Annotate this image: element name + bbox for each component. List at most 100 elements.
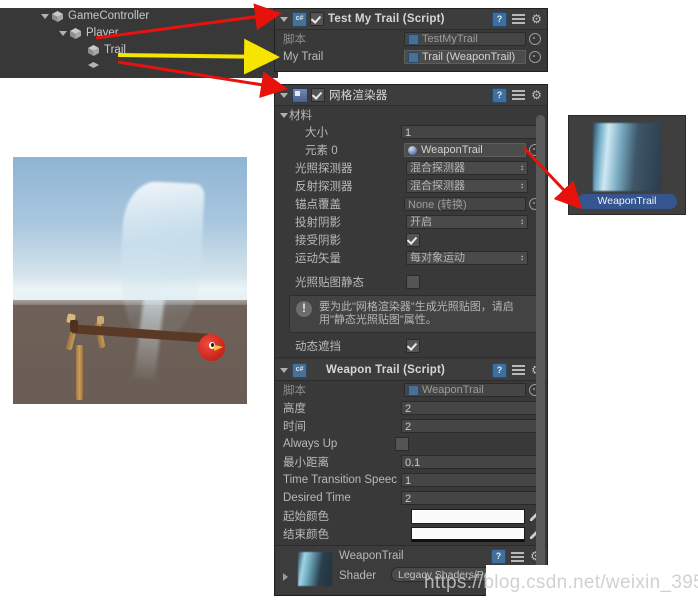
chevron-down-icon[interactable] xyxy=(40,11,51,22)
inspector-scrollbar-track[interactable] xyxy=(536,115,545,575)
inspector-scrollbar-thumb[interactable] xyxy=(536,115,545,570)
chevron-updown-icon: ↕ xyxy=(520,163,524,172)
hierarchy-item-gamecontroller[interactable]: GameController xyxy=(0,8,278,25)
object-picker-icon[interactable] xyxy=(529,33,541,45)
min-distance-input[interactable]: 0.1 xyxy=(401,455,541,469)
always-up-checkbox[interactable] xyxy=(395,437,409,451)
field-value: 每对象运动 xyxy=(410,252,465,264)
field-row-always-up[interactable]: Always Up xyxy=(275,435,547,453)
field-row-dynamic-occlusion[interactable]: 动态遮挡 xyxy=(275,337,547,355)
element0-material-field[interactable]: WeaponTrail xyxy=(404,143,526,157)
angry-bird-sprite xyxy=(197,333,225,361)
help-icon[interactable]: ? xyxy=(492,87,507,103)
gear-icon[interactable]: ⚙ xyxy=(530,89,543,102)
help-icon[interactable]: ? xyxy=(491,549,506,564)
field-row-desired-time[interactable]: Desired Time 2 xyxy=(275,489,547,507)
field-row-time-transition-speed[interactable]: Time Transition Speec 1 xyxy=(275,471,547,489)
chevron-down-icon[interactable] xyxy=(279,90,289,100)
help-icon[interactable]: ? xyxy=(492,362,507,378)
desired-time-input[interactable]: 2 xyxy=(401,491,541,505)
warning-icon: ! xyxy=(296,301,312,317)
object-picker-icon[interactable] xyxy=(529,51,541,63)
component-enabled-checkbox[interactable] xyxy=(310,12,324,26)
chevron-down-icon[interactable] xyxy=(279,110,289,120)
hierarchy-panel[interactable]: GameController Player Trail xyxy=(0,8,278,78)
asset-label[interactable]: WeaponTrail xyxy=(577,194,677,209)
divider xyxy=(275,357,547,358)
field-row-height[interactable]: 高度 2 xyxy=(275,399,547,417)
height-input[interactable]: 2 xyxy=(401,401,541,415)
dynamic-occlusion-checkbox[interactable] xyxy=(406,339,420,353)
chevron-down-icon[interactable] xyxy=(58,28,69,39)
field-row-light-probes[interactable]: 光照探测器 混合探测器 ↕ xyxy=(275,159,547,177)
field-label: Time Transition Speec xyxy=(283,474,397,486)
help-icon[interactable]: ? xyxy=(492,11,507,27)
light-probes-dropdown[interactable]: 混合探测器 ↕ xyxy=(406,161,528,175)
lightmap-static-checkbox[interactable] xyxy=(406,275,420,289)
motion-vectors-dropdown[interactable]: 每对象运动 ↕ xyxy=(406,251,528,265)
field-row-motion-vectors[interactable]: 运动矢量 每对象运动 ↕ xyxy=(275,249,547,267)
field-value: TestMyTrail xyxy=(422,33,478,45)
component-title: Weapon Trail (Script) xyxy=(326,364,446,376)
preset-icon[interactable] xyxy=(511,551,524,563)
time-input[interactable]: 2 xyxy=(401,419,541,433)
field-row-element0[interactable]: 元素 0 WeaponTrail xyxy=(275,141,547,159)
component-title: Test My Trail (Script) xyxy=(328,13,445,25)
field-row-anchor-override[interactable]: 锚点覆盖 None (转换) xyxy=(275,195,547,213)
anchor-override-object-field[interactable]: None (转换) xyxy=(404,197,526,211)
start-color-swatch[interactable] xyxy=(411,508,525,524)
field-row-lightmap-static[interactable]: 光照贴图静态 xyxy=(275,273,547,291)
component-header-test-my-trail[interactable]: c# Test My Trail (Script) ? ⚙ xyxy=(275,9,547,30)
info-text: 要为此"网格渲染器"生成光照贴图，请启用"静态光照贴图"属性。 xyxy=(319,301,514,326)
field-label: 投射阴影 xyxy=(295,217,341,229)
field-row-cast-shadows[interactable]: 投射阴影 开启 ↕ xyxy=(275,213,547,231)
component-enabled-checkbox[interactable] xyxy=(311,88,325,102)
chevron-down-icon[interactable] xyxy=(279,365,289,375)
field-row-min-distance[interactable]: 最小距离 0.1 xyxy=(275,453,547,471)
field-row-receive-shadows[interactable]: 接受阴影 xyxy=(275,231,547,249)
asset-preview-panel[interactable]: WeaponTrail xyxy=(568,115,686,215)
field-value: Trail (WeaponTrail) xyxy=(422,51,516,63)
hierarchy-item-player[interactable]: Player xyxy=(0,25,278,42)
preset-icon[interactable] xyxy=(512,364,525,376)
weapon-trail-script-field[interactable]: WeaponTrail xyxy=(404,383,526,397)
field-row-start-color[interactable]: 起始颜色 xyxy=(275,507,547,525)
preset-icon[interactable] xyxy=(512,89,525,101)
field-row-wt-script[interactable]: 脚本 WeaponTrail xyxy=(275,381,547,399)
hierarchy-item-partial[interactable] xyxy=(0,59,278,76)
field-label: 脚本 xyxy=(283,34,306,46)
field-label: Desired Time xyxy=(283,492,351,504)
chevron-right-icon[interactable] xyxy=(281,572,291,582)
field-row-end-color[interactable]: 结束颜色 xyxy=(275,525,547,543)
field-row-my-trail[interactable]: My Trail Trail (WeaponTrail) xyxy=(275,48,547,66)
time-transition-speed-input[interactable]: 1 xyxy=(401,473,541,487)
component-header-weapon-trail[interactable]: c# Weapon Trail (Script) ? ⚙ xyxy=(275,360,547,381)
materials-foldout[interactable]: 材料 xyxy=(275,106,547,123)
reflection-probes-dropdown[interactable]: 混合探测器 ↕ xyxy=(406,179,528,193)
preset-icon[interactable] xyxy=(512,13,525,25)
end-color-swatch[interactable] xyxy=(411,526,525,542)
field-row-time[interactable]: 时间 2 xyxy=(275,417,547,435)
inspector-test-my-trail[interactable]: c# Test My Trail (Script) ? ⚙ 脚本 TestMyT… xyxy=(274,8,548,72)
size-input[interactable]: 1 xyxy=(401,125,541,139)
receive-shadows-checkbox[interactable] xyxy=(406,233,420,247)
chevron-down-icon[interactable] xyxy=(279,14,289,24)
game-view[interactable] xyxy=(13,157,247,404)
field-row-reflection-probes[interactable]: 反射探测器 混合探测器 ↕ xyxy=(275,177,547,195)
hierarchy-item-trail[interactable]: Trail xyxy=(0,42,278,59)
bird-eye-icon xyxy=(208,341,215,349)
field-row-script[interactable]: 脚本 TestMyTrail xyxy=(275,30,547,48)
gameobject-cube-icon xyxy=(87,61,100,74)
field-row-size[interactable]: 大小 1 xyxy=(275,123,547,141)
component-header-mesh-renderer[interactable]: 网格渲染器 ? ⚙ xyxy=(275,85,547,106)
gear-icon[interactable]: ⚙ xyxy=(530,13,543,26)
field-label: My Trail xyxy=(283,51,324,63)
cast-shadows-dropdown[interactable]: 开启 ↕ xyxy=(406,215,528,229)
script-object-field[interactable]: TestMyTrail xyxy=(404,32,526,46)
chevron-updown-icon: ↕ xyxy=(520,217,524,226)
my-trail-object-field[interactable]: Trail (WeaponTrail) xyxy=(404,50,526,64)
hierarchy-item-label: Trail xyxy=(104,44,126,56)
inspector-main-panel[interactable]: 网格渲染器 ? ⚙ 材料 大小 1 元素 0 WeaponTrail 光照探测器 xyxy=(274,84,548,596)
materials-label: 材料 xyxy=(289,109,312,122)
gameobject-cube-icon xyxy=(51,10,64,23)
